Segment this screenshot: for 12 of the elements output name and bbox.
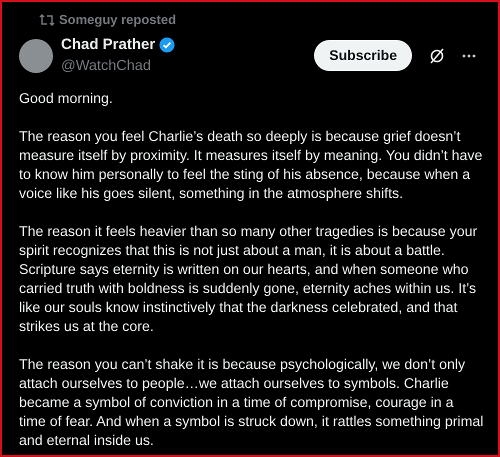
post-paragraph: The reason it feels heavier than so many other tragedies is because your spirit recognizes that this is not just about a man, it is about a battle. Scripture says eternity is written on our hearts, and when someone who carried truth with boldness is suddenly gone, eternity aches within us. It’s like our souls know instinctively that the darkness celebrated, and that strikes us at the core. [19,222,478,337]
more-icon[interactable] [462,54,476,58]
post-paragraph: The reason you feel Charlie’s death so deeply is because grief doesn’t measure itself by proximity. It measures itself by meaning. You didn’t have to know him personally to feel the sting of his absence, because when a voice like his goes silent, something in the atmosphere shifts. [19,128,484,204]
repost-icon [39,12,55,27]
post-paragraph: Good morning. [19,90,114,109]
post-paragraph: The reason you can’t shake it is because psychologically, we don’t only attach ourselves to people…we attach ourselves to symbols. Charlie became a symbol of conviction in a time of compromise, courage in a time of fear. And when a symbol is struck down, it rattles something primal and eternal inside us. [19,356,484,451]
subscribe-button[interactable]: Subscribe [314,40,412,72]
repost-label: Someguy reposted [59,11,176,29]
author-handle[interactable]: @WatchChad [61,56,306,78]
slashed-circle-icon[interactable] [428,46,446,65]
author-name[interactable]: Chad Prather [61,34,156,56]
avatar[interactable] [19,38,53,73]
